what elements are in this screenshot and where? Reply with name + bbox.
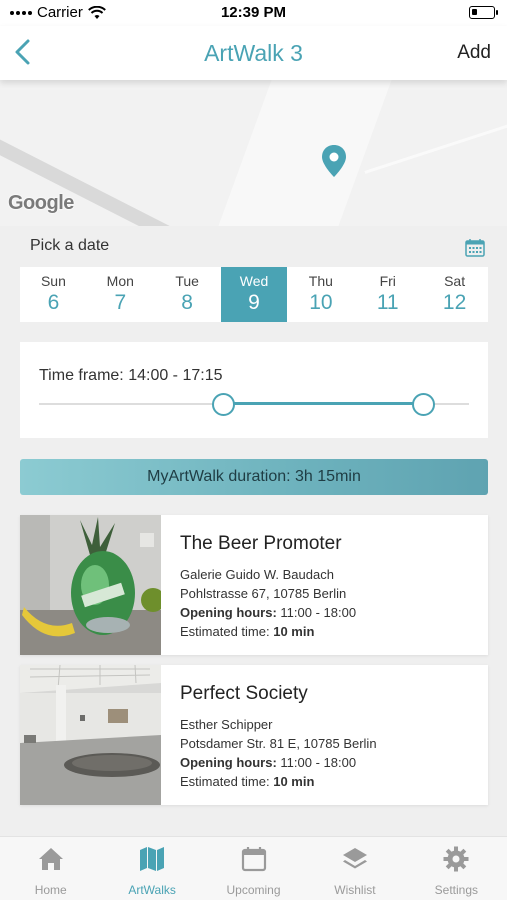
time-frame-card: Time frame: 14:00 - 17:15 (20, 342, 488, 438)
day-date: 10 (309, 291, 333, 314)
tab-label: Upcoming (226, 883, 281, 897)
tab-upcoming[interactable]: Upcoming (203, 837, 304, 900)
day-name: Tue (175, 273, 199, 289)
day-date: 8 (181, 291, 193, 314)
hours-label: Opening hours: (180, 605, 277, 620)
day-date: 7 (114, 291, 127, 314)
day-name: Sun (40, 273, 66, 289)
artwork-gallery: Galerie Guido W. Baudach (180, 567, 334, 582)
artwork-address: Pohlstrasse 67, 10785 Berlin (180, 586, 347, 601)
day-date: 9 (248, 291, 260, 314)
hours-value: 11:00 - 18:00 (280, 605, 357, 620)
artwork-title: Perfect Society (180, 683, 308, 704)
tab-label: Home (34, 883, 67, 897)
tab-settings[interactable]: Settings (406, 837, 507, 900)
map-road (364, 109, 507, 174)
day-selector: Sun 6 Mon 7 Tue 8 Wed 9 Thu 10 Fri 11 Sa… (20, 267, 488, 322)
day-name: Mon (106, 273, 134, 289)
day-name: Wed (239, 273, 269, 289)
estimate-value: 10 min (273, 774, 315, 789)
artwork-title: The Beer Promoter (180, 533, 342, 554)
artwork-card[interactable]: Perfect Society Esther Schipper Potsdame… (20, 665, 488, 805)
day-sun[interactable]: Sun 6 (20, 267, 87, 322)
tab-label: ArtWalks (128, 883, 176, 897)
layers-icon (342, 848, 367, 869)
day-mon[interactable]: Mon 7 (87, 267, 154, 322)
day-thu[interactable]: Thu 10 (287, 267, 354, 322)
artwork-info: Perfect Society Esther Schipper Potsdame… (180, 683, 377, 791)
artwork-estimate: Estimated time: 10 min (180, 772, 377, 791)
map-view[interactable]: Google (0, 80, 507, 226)
hours-label: Opening hours: (180, 755, 277, 770)
add-button[interactable]: Add (457, 42, 491, 64)
artwork-card[interactable]: The Beer Promoter Galerie Guido W. Bauda… (20, 515, 488, 655)
time-frame-label: Time frame: 14:00 - 17:15 (39, 367, 223, 384)
artwork-image (20, 515, 161, 655)
estimate-value: 10 min (273, 624, 315, 639)
tab-wishlist[interactable]: Wishlist (304, 837, 405, 900)
hours-value: 11:00 - 18:00 (280, 755, 357, 770)
tab-artwalks[interactable]: ArtWalks (101, 837, 202, 900)
status-time: 12:39 PM (220, 4, 287, 21)
tab-label: Wishlist (334, 883, 376, 897)
nav-bar: ArtWalk 3 Add (0, 26, 507, 80)
artwork-image (20, 665, 161, 805)
tab-bar: Home ArtWalks Upcoming Wishlist Settings (0, 836, 507, 900)
day-date: 12 (442, 291, 467, 314)
day-name: Thu (308, 273, 333, 289)
map-icon (140, 847, 165, 871)
day-sat[interactable]: Sat 12 (421, 267, 488, 322)
artwork-hours: Opening hours: 11:00 - 18:00 (180, 603, 356, 622)
calendar-icon (241, 847, 266, 872)
map-road (218, 80, 392, 226)
estimate-label: Estimated time: (180, 774, 270, 789)
tab-label: Settings (434, 883, 478, 897)
artwork-info: The Beer Promoter Galerie Guido W. Bauda… (180, 533, 356, 641)
estimate-label: Estimated time: (180, 624, 270, 639)
time-slider-start-handle[interactable] (212, 393, 235, 416)
artwork-address: Potsdamer Str. 81 E, 10785 Berlin (180, 736, 377, 751)
time-slider-range (223, 402, 423, 405)
gear-icon (443, 846, 469, 872)
pick-date-label: Pick a date (30, 237, 110, 254)
duration-banner: MyArtWalk duration: 3h 15min (20, 459, 488, 495)
day-wed[interactable]: Wed 9 (220, 267, 288, 322)
tab-home[interactable]: Home (0, 837, 101, 900)
day-name: Sat (444, 273, 466, 289)
map-pin-icon[interactable] (321, 144, 347, 178)
artwork-gallery: Esther Schipper (180, 717, 273, 732)
day-name: Fri (379, 273, 396, 289)
home-icon (38, 848, 63, 870)
google-attribution: Google (8, 192, 74, 214)
page-title: ArtWalk 3 (204, 40, 303, 66)
day-fri[interactable]: Fri 11 (354, 267, 421, 322)
day-date: 11 (376, 291, 399, 314)
day-tue[interactable]: Tue 8 (154, 267, 221, 322)
calendar-icon[interactable] (465, 238, 485, 257)
time-slider-end-handle[interactable] (412, 393, 435, 416)
status-bar: Carrier 12:39 PM (0, 0, 507, 26)
battery-icon (469, 6, 498, 19)
artwork-hours: Opening hours: 11:00 - 18:00 (180, 753, 377, 772)
artwork-estimate: Estimated time: 10 min (180, 622, 356, 641)
day-date: 6 (47, 291, 60, 314)
